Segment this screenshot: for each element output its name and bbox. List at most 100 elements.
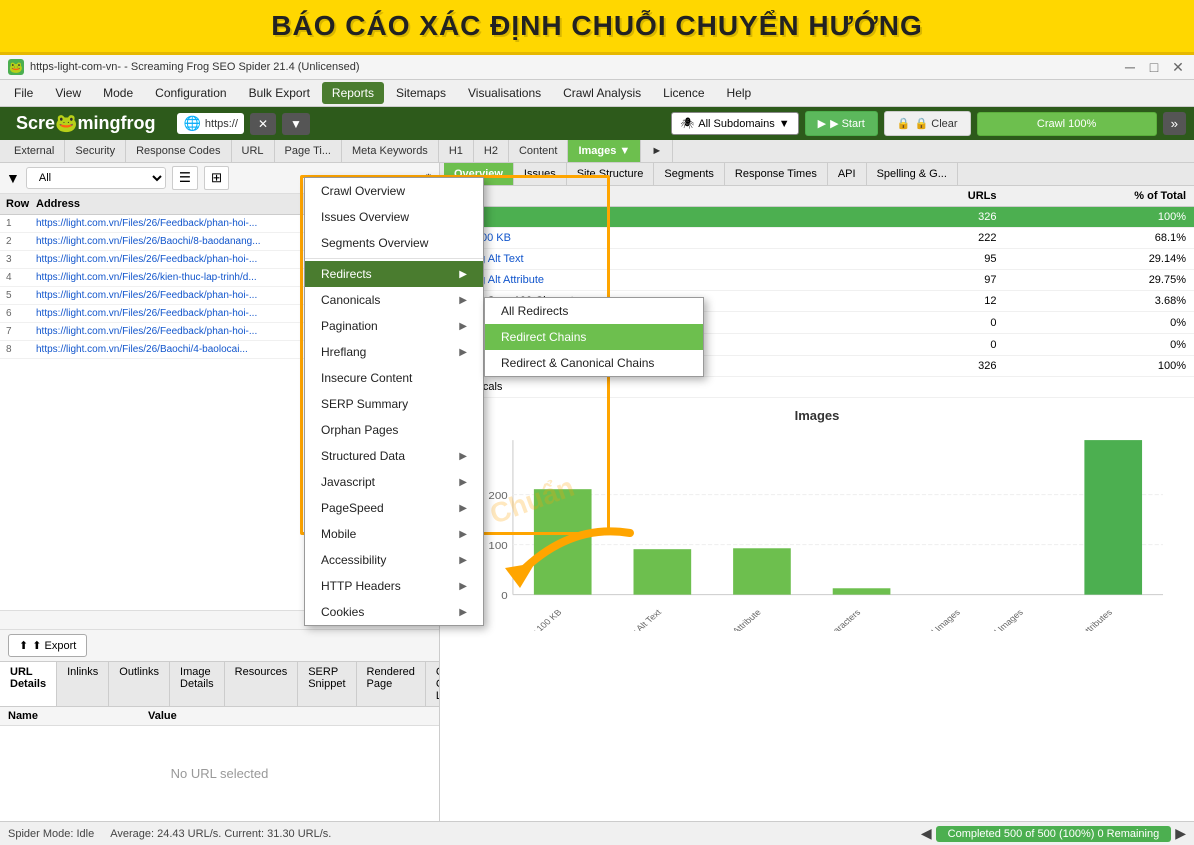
bottom-tab-serp-snippet[interactable]: SERP Snippet (298, 662, 356, 706)
submenu-all-redirects[interactable]: All Redirects (485, 298, 703, 324)
tab-meta-keywords[interactable]: Meta Keywords (342, 140, 439, 162)
tab-page-title[interactable]: Page Ti... (275, 140, 342, 162)
menu-help[interactable]: Help (717, 82, 762, 104)
right-tab-response-times[interactable]: Response Times (725, 163, 828, 185)
menu-bulk-export[interactable]: Bulk Export (239, 82, 320, 104)
bottom-tab-image-details[interactable]: Image Details (170, 662, 225, 706)
table-row[interactable]: Canonicals (440, 377, 1194, 398)
menu-hreflang[interactable]: Hreflang ▶ (305, 339, 483, 365)
menu-mode[interactable]: Mode (93, 82, 143, 104)
menu-http-headers[interactable]: HTTP Headers ▶ (305, 573, 483, 599)
menubar: File View Mode Configuration Bulk Export… (0, 80, 1194, 107)
window-controls[interactable]: ─ □ ✕ (1122, 59, 1186, 75)
bottom-tab-inlinks[interactable]: Inlinks (57, 662, 109, 706)
menu-segments-overview[interactable]: Segments Overview (305, 230, 483, 256)
right-tab-issues[interactable]: Issues (514, 163, 567, 185)
row-label[interactable]: Over 100 KB (440, 228, 879, 249)
row-pct: 100% (1004, 356, 1194, 377)
bar-alt-text-over-100 (833, 588, 891, 594)
table-row[interactable]: All 326 100% (440, 207, 1194, 228)
export-button[interactable]: ⬆ ⬆ Export (8, 634, 87, 657)
right-tab-site-structure[interactable]: Site Structure (567, 163, 655, 185)
row-label[interactable]: Missing Alt Text (440, 249, 879, 270)
table-row[interactable]: Missing Alt Text 95 29.14% (440, 249, 1194, 270)
right-tab-api[interactable]: API (828, 163, 867, 185)
bottom-tab-resources[interactable]: Resources (225, 662, 299, 706)
menu-configuration[interactable]: Configuration (145, 82, 236, 104)
tab-url[interactable]: URL (232, 140, 275, 162)
table-row[interactable]: Over 100 KB 222 68.1% (440, 228, 1194, 249)
tab-external[interactable]: External (4, 140, 65, 162)
structured-data-label: Structured Data (321, 449, 405, 463)
dropdown-arrow-icon: ▼ (779, 118, 790, 130)
menu-sitemaps[interactable]: Sitemaps (386, 82, 456, 104)
menu-pagination[interactable]: Pagination ▶ (305, 313, 483, 339)
menu-redirects[interactable]: Redirects ▶ (305, 261, 483, 287)
submenu-arrow-icon7: ▶ (459, 503, 467, 514)
grid-view-button[interactable]: ⊞ (204, 166, 229, 190)
bar-missing-alt-text (634, 549, 692, 594)
menu-javascript[interactable]: Javascript ▶ (305, 469, 483, 495)
svg-text:0: 0 (501, 591, 507, 602)
row-pct: 100% (1004, 207, 1194, 228)
menu-serp-summary[interactable]: SERP Summary (305, 391, 483, 417)
logo-area: Scre🐸mingfrog (8, 111, 163, 136)
tab-security[interactable]: Security (65, 140, 126, 162)
prev-page-icon[interactable]: ◀ (921, 825, 932, 842)
menu-insecure-content[interactable]: Insecure Content (305, 365, 483, 391)
bottom-tab-url-details[interactable]: URL Details (0, 662, 57, 706)
status-bar-right: ◀ Completed 500 of 500 (100%) 0 Remainin… (921, 825, 1186, 842)
menu-view[interactable]: View (45, 82, 91, 104)
tab-response-codes[interactable]: Response Codes (126, 140, 231, 162)
clear-button[interactable]: 🔒 🔒 Clear (884, 111, 971, 136)
menu-canonicals[interactable]: Canonicals ▶ (305, 287, 483, 313)
right-tab-segments[interactable]: Segments (654, 163, 725, 185)
lock-icon: 🔒 (897, 117, 911, 130)
filter-dropdown[interactable]: All (26, 167, 166, 189)
menu-structured-data[interactable]: Structured Data ▶ (305, 443, 483, 469)
menu-accessibility[interactable]: Accessibility ▶ (305, 547, 483, 573)
menu-crawl-analysis[interactable]: Crawl Analysis (553, 82, 651, 104)
bottom-tab-outlinks[interactable]: Outlinks (109, 662, 170, 706)
next-page-icon[interactable]: ▶ (1175, 825, 1186, 842)
row-label[interactable]: Missing Alt Attribute (440, 270, 879, 291)
menu-orphan-pages[interactable]: Orphan Pages (305, 417, 483, 443)
tab-images[interactable]: Images ▼ (568, 140, 641, 162)
row-pct: 29.14% (1004, 249, 1194, 270)
menu-mobile[interactable]: Mobile ▶ (305, 521, 483, 547)
close-button[interactable]: ✕ (1170, 59, 1186, 75)
list-view-button[interactable]: ☰ (172, 166, 198, 190)
url-close-button[interactable]: ✕ (250, 113, 276, 135)
tab-more[interactable]: ► (641, 140, 673, 162)
menu-visualisations[interactable]: Visualisations (458, 82, 551, 104)
menu-reports[interactable]: Reports (322, 82, 384, 104)
subdomain-select[interactable]: 🕷 All Subdomains ▼ (671, 112, 798, 135)
more-button[interactable]: » (1163, 112, 1186, 135)
minimize-button[interactable]: ─ (1122, 59, 1138, 75)
submenu-redirect-canonical-chains[interactable]: Redirect & Canonical Chains (485, 350, 703, 376)
pagespeed-label: PageSpeed (321, 501, 384, 515)
menu-licence[interactable]: Licence (653, 82, 714, 104)
menu-pagespeed[interactable]: PageSpeed ▶ (305, 495, 483, 521)
menu-cookies[interactable]: Cookies ▶ (305, 599, 483, 625)
url-dropdown-button[interactable]: ▼ (282, 113, 310, 135)
maximize-button[interactable]: □ (1146, 59, 1162, 75)
tab-h2[interactable]: H2 (474, 140, 509, 162)
bottom-panel: URL Details Inlinks Outlinks Image Detai… (0, 661, 439, 821)
crawl-progress-button[interactable]: Crawl 100% (977, 112, 1157, 136)
right-tab-spelling[interactable]: Spelling & G... (867, 163, 958, 185)
start-button[interactable]: ▶ ▶ Start (805, 111, 878, 136)
menu-file[interactable]: File (4, 82, 43, 104)
row-urls: 97 (879, 270, 1004, 291)
export-label: ⬆ Export (32, 639, 76, 652)
bottom-tab-chrome-console[interactable]: Chrome Console Log (426, 662, 440, 706)
tab-h1[interactable]: H1 (439, 140, 474, 162)
submenu-redirect-chains[interactable]: Redirect Chains (485, 324, 703, 350)
menu-issues-overview[interactable]: Issues Overview (305, 204, 483, 230)
bottom-tab-rendered-page[interactable]: Rendered Page (357, 662, 426, 706)
subdomain-label: All Subdomains (698, 118, 774, 130)
tab-content[interactable]: Content (509, 140, 569, 162)
url-input[interactable]: https:// (205, 118, 238, 130)
table-row[interactable]: Missing Alt Attribute 97 29.75% (440, 270, 1194, 291)
menu-crawl-overview[interactable]: Crawl Overview (305, 178, 483, 204)
